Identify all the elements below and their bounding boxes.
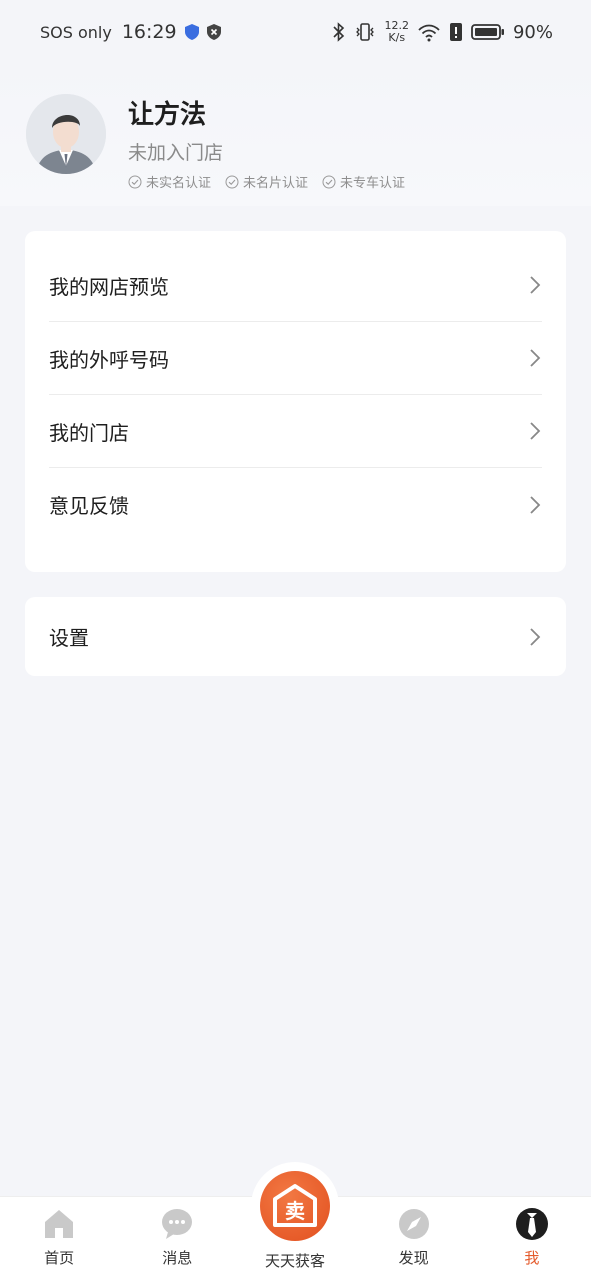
profile-header: 让方法 未加入门店 未实名认证 未名片认证 未专车认证 xyxy=(0,64,591,206)
status-left: SOS only 16:29 xyxy=(40,21,221,43)
menu-item-label: 我的网店预览 xyxy=(49,274,169,299)
settings-card: 设置 xyxy=(25,597,566,676)
chevron-right-icon xyxy=(530,627,541,646)
chevron-right-icon xyxy=(530,349,541,367)
nav-label: 发现 xyxy=(398,1249,429,1267)
sim-alert-icon xyxy=(449,23,462,41)
network-speed: 12.2 K/s xyxy=(384,20,409,44)
menu-item-label: 设置 xyxy=(49,626,89,650)
home-icon xyxy=(45,1210,74,1238)
nav-me[interactable]: 我 xyxy=(473,1196,591,1280)
nav-label: 我 xyxy=(524,1249,540,1267)
sell-button[interactable]: 卖 xyxy=(260,1171,330,1241)
chevron-right-icon xyxy=(530,276,541,294)
menu-item-shop-preview[interactable]: 我的网店预览 xyxy=(49,249,542,322)
chevron-right-icon xyxy=(530,422,541,440)
profile-tie-icon xyxy=(515,1208,548,1240)
store-status: 未加入门店 xyxy=(128,142,224,164)
chat-bubble-icon xyxy=(162,1209,193,1239)
badge-label: 未名片认证 xyxy=(243,176,309,191)
check-circle-icon xyxy=(128,175,142,188)
status-right: 12.2 K/s 90% xyxy=(332,20,553,44)
menu-item-label: 我的门店 xyxy=(49,420,129,445)
nav-discover[interactable]: 发现 xyxy=(355,1196,473,1280)
menu-item-label: 我的外呼号码 xyxy=(49,347,169,372)
center-label: 天天获客 xyxy=(264,1252,325,1270)
clock: 16:29 xyxy=(121,21,177,43)
center-fab[interactable]: 卖 xyxy=(251,1162,339,1250)
check-circle-icon xyxy=(225,175,239,188)
menu-item-outbound-number[interactable]: 我的外呼号码 xyxy=(49,322,542,395)
check-circle-icon xyxy=(322,175,336,188)
sell-house-icon: 卖 xyxy=(273,1184,317,1227)
badge-real-name: 未实名认证 xyxy=(128,172,211,191)
bluetooth-icon xyxy=(333,22,345,42)
nav-label: 消息 xyxy=(162,1249,193,1267)
sos-text: SOS only xyxy=(40,22,112,42)
security-x-icon xyxy=(206,24,221,40)
wifi-icon xyxy=(418,24,440,42)
speed-unit: K/s xyxy=(388,31,406,44)
badge-label: 未实名认证 xyxy=(146,176,212,191)
shield-icon xyxy=(184,24,199,40)
badge-car: 未专车认证 xyxy=(322,172,405,191)
sell-glyph: 卖 xyxy=(285,1199,305,1223)
menu-item-feedback[interactable]: 意见反馈 xyxy=(49,468,542,541)
compass-icon xyxy=(398,1209,429,1239)
battery-percent: 90% xyxy=(512,21,553,43)
status-bar: SOS only 16:29 12.2 K/s 90% xyxy=(0,0,591,64)
nav-label: 首页 xyxy=(44,1249,75,1267)
badge-card: 未名片认证 xyxy=(225,172,308,191)
badge-label: 未专车认证 xyxy=(340,176,406,191)
menu-item-settings[interactable]: 设置 xyxy=(49,597,542,676)
menu-item-my-store[interactable]: 我的门店 xyxy=(49,395,542,468)
menu-item-label: 意见反馈 xyxy=(49,494,129,518)
user-name: 让方法 xyxy=(128,100,207,130)
user-avatar-icon xyxy=(26,94,106,174)
chevron-right-icon xyxy=(530,495,541,514)
avatar[interactable] xyxy=(26,94,106,174)
verification-badges: 未实名认证 未名片认证 未专车认证 xyxy=(128,172,405,191)
nav-messages[interactable]: 消息 xyxy=(118,1196,236,1280)
nav-home[interactable]: 首页 xyxy=(0,1196,118,1280)
vibrate-icon xyxy=(356,23,375,41)
menu-card: 我的网店预览 我的外呼号码 我的门店 意见反馈 xyxy=(25,231,566,572)
battery-icon xyxy=(471,24,504,40)
